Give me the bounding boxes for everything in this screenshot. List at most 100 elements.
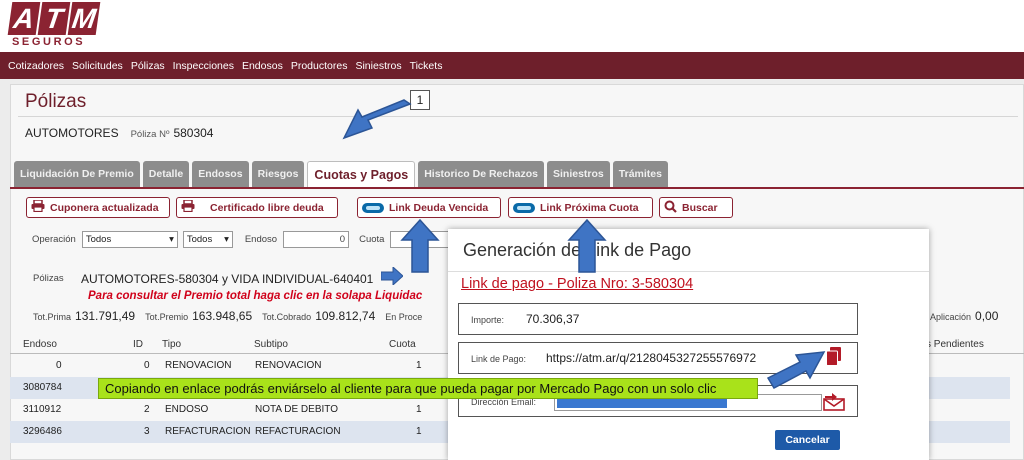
- col-tipo: Tipo: [162, 339, 182, 350]
- aplicacion-total: Aplicación 0,00: [930, 309, 1008, 323]
- polizas-value: AUTOMOTORES-580304 y VIDA INDIVIDUAL-640…: [81, 271, 374, 286]
- title-divider: [18, 116, 1018, 117]
- page-title: Pólizas: [25, 91, 87, 112]
- total-cobrado-value: 109.812,74: [315, 309, 376, 323]
- second-select[interactable]: Todos ▾: [182, 231, 233, 248]
- cancel-button[interactable]: Cancelar: [775, 430, 840, 450]
- search-icon: [664, 200, 677, 216]
- importe-value: 70.306,37: [526, 312, 580, 326]
- nav-tickets[interactable]: Tickets: [410, 60, 443, 72]
- tab-historico-rechazos[interactable]: Historico De Rechazos: [418, 161, 544, 187]
- total-prima-value: 131.791,49: [75, 309, 136, 323]
- col-endoso: Endoso: [23, 339, 57, 350]
- nav-polizas[interactable]: Pólizas: [131, 60, 165, 72]
- instruction-callout: Copiando en enlace podrás enviárselo al …: [98, 378, 758, 399]
- mercadopago-icon: [362, 202, 384, 213]
- buscar-button[interactable]: Buscar: [659, 197, 733, 218]
- en-proceso-label: En Proce: [385, 312, 423, 322]
- modal-subtitle-link[interactable]: Link de pago - Poliza Nro: 3-580304: [461, 276, 693, 292]
- tab-bar: Liquidación De Premio Detalle Endosos Ri…: [14, 161, 671, 187]
- total-prima-label: Tot.Prima: [33, 312, 72, 322]
- cell-cuota: 1: [416, 426, 422, 437]
- endoso-input[interactable]: 0: [283, 231, 350, 248]
- cell-endoso: 3296486: [23, 426, 62, 437]
- certificado-label: Certificado libre deuda: [210, 201, 324, 214]
- atm-logo: A T M SEGUROS: [7, 2, 102, 50]
- cell-subtipo: RENOVACION: [255, 360, 322, 371]
- importe-label: Importe:: [471, 315, 505, 325]
- cell-id: 0: [144, 360, 150, 371]
- logo-subtitle: SEGUROS: [12, 36, 86, 48]
- annotation-arrow-up-icon: [567, 218, 607, 273]
- polizas-row: Pólizas AUTOMOTORES-580304 y VIDA INDIVI…: [33, 265, 405, 290]
- link-pago-value[interactable]: https://atm.ar/q/2128045327255576972: [546, 351, 756, 365]
- annotation-arrow-icon: [342, 99, 412, 140]
- tab-siniestros[interactable]: Siniestros: [547, 161, 610, 187]
- nav-siniestros[interactable]: Siniestros: [355, 60, 401, 72]
- main-nav: Cotizadores Solicitudes Pólizas Inspecci…: [0, 52, 1024, 79]
- cell-endoso: 3080784: [23, 382, 62, 393]
- nav-cotizadores[interactable]: Cotizadores: [8, 60, 64, 72]
- endoso-label: Endoso: [244, 234, 278, 245]
- cell-endoso: 3110912: [23, 404, 62, 415]
- cell-subtipo: REFACTURACION: [255, 426, 341, 437]
- premio-warning: Para consultar el Premio total haga clic…: [88, 290, 423, 302]
- printer-icon: [31, 199, 45, 215]
- step-badge: 1: [410, 90, 430, 110]
- operacion-label: Operación: [32, 234, 76, 245]
- link-deuda-label: Link Deuda Vencida: [389, 201, 489, 214]
- link-pago-modal: Generación de Link de Pago Link de pago …: [448, 229, 929, 460]
- nav-productores[interactable]: Productores: [291, 60, 348, 72]
- chevron-down-icon: ▾: [224, 234, 229, 245]
- annotation-arrow-icon: [766, 351, 826, 389]
- aplicacion-label: Aplicación: [930, 312, 972, 322]
- tab-tramites[interactable]: Trámites: [612, 161, 668, 187]
- link-deuda-button[interactable]: Link Deuda Vencida: [357, 197, 501, 218]
- cuota-label: Cuota: [359, 234, 385, 245]
- col-subtipo: Subtipo: [254, 339, 288, 350]
- tab-cuotas-pagos[interactable]: Cuotas y Pagos: [307, 161, 416, 187]
- col-cuota: Cuota: [389, 339, 416, 350]
- send-email-icon[interactable]: [823, 393, 845, 416]
- aplicacion-value: 0,00: [975, 309, 999, 323]
- policy-number-label: Póliza Nº: [130, 129, 170, 140]
- cell-tipo: REFACTURACION: [165, 426, 251, 437]
- tab-underline: [10, 187, 1024, 189]
- cell-subtipo: NOTA DE DEBITO: [255, 404, 338, 415]
- link-pago-label: Link de Pago:: [471, 354, 527, 364]
- total-cobrado-label: Tot.Cobrado: [262, 312, 312, 322]
- operacion-select[interactable]: Todos ▾: [81, 231, 178, 248]
- tab-endosos[interactable]: Endosos: [192, 161, 249, 187]
- nav-inspecciones[interactable]: Inspecciones: [173, 60, 234, 72]
- tab-riesgos[interactable]: Riesgos: [251, 161, 305, 187]
- logo-letter-m: M: [67, 2, 101, 35]
- logo-letter-a: A: [7, 2, 41, 35]
- total-premio-label: Tot.Premio: [145, 312, 189, 322]
- email-selection: [557, 398, 727, 408]
- tab-liquidacion[interactable]: Liquidación De Premio: [14, 161, 140, 187]
- tab-detalle[interactable]: Detalle: [142, 161, 190, 187]
- cell-id: 2: [144, 404, 150, 415]
- link-proxima-button[interactable]: Link Próxima Cuota: [508, 197, 653, 218]
- policy-number: 580304: [173, 126, 214, 140]
- cuponera-button[interactable]: Cuponera actualizada: [26, 197, 170, 218]
- totals-row: Tot.Prima 131.791,49 Tot.Premio 163.948,…: [33, 309, 426, 323]
- copy-icon[interactable]: [826, 347, 842, 371]
- link-proxima-label: Link Próxima Cuota: [540, 201, 639, 214]
- policy-header: AUTOMOTORES Póliza Nº 580304: [25, 126, 213, 140]
- printer-icon: [181, 199, 195, 215]
- certificado-button[interactable]: Certificado libre deuda: [176, 197, 338, 218]
- annotation-arrow-up-icon: [400, 218, 440, 273]
- total-premio-value: 163.948,65: [192, 309, 253, 323]
- second-select-value: Todos: [186, 234, 213, 245]
- cell-id: 3: [144, 426, 150, 437]
- modal-divider: [448, 271, 929, 272]
- cell-cuota: 1: [416, 404, 422, 415]
- filters-row: Operación Todos ▾ Todos ▾ Endoso 0 Cuota: [32, 231, 451, 248]
- chevron-down-icon: ▾: [169, 234, 174, 245]
- mercadopago-icon: [513, 202, 535, 213]
- nav-endosos[interactable]: Endosos: [242, 60, 283, 72]
- cell-cuota: 1: [416, 360, 422, 371]
- nav-solicitudes[interactable]: Solicitudes: [72, 60, 123, 72]
- buscar-label: Buscar: [682, 201, 718, 214]
